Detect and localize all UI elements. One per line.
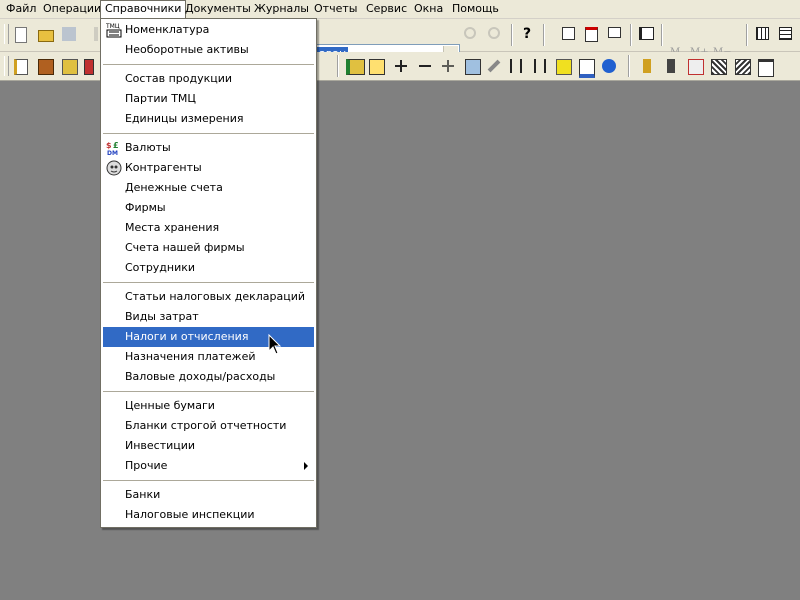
menu-item-storage-places[interactable]: Места хранения bbox=[103, 218, 314, 238]
toolbar-separator bbox=[337, 55, 339, 77]
goods-icon[interactable] bbox=[36, 57, 54, 75]
menu-item-employees[interactable]: Сотрудники bbox=[103, 258, 314, 278]
menu-operations[interactable]: Операции bbox=[43, 0, 101, 18]
print-icon[interactable] bbox=[577, 57, 595, 78]
references-dropdown-menu: TMЦ Номенклатура Необоротные активы Сост… bbox=[100, 18, 317, 528]
svg-text:$: $ bbox=[106, 141, 112, 150]
menu-windows[interactable]: Окна bbox=[414, 0, 443, 18]
remove-icon[interactable] bbox=[416, 57, 434, 75]
cross-grid-icon[interactable] bbox=[686, 57, 704, 75]
toolbar-separator bbox=[746, 24, 748, 46]
menu-item-securities[interactable]: Ценные бумаги bbox=[103, 396, 314, 416]
menu-separator bbox=[103, 480, 314, 481]
calendar-icon[interactable] bbox=[583, 25, 601, 43]
toolbar-separator bbox=[630, 24, 632, 46]
find-next-icon[interactable] bbox=[486, 25, 504, 43]
add-icon[interactable] bbox=[392, 57, 410, 75]
menu-separator bbox=[103, 282, 314, 283]
toolbar-separator bbox=[543, 24, 545, 46]
sort-up-icon[interactable] bbox=[508, 57, 526, 75]
highlight-icon[interactable] bbox=[554, 57, 572, 75]
svg-text:DM: DM bbox=[107, 150, 118, 156]
menu-help[interactable]: Помощь bbox=[452, 0, 499, 18]
copy-icon[interactable] bbox=[367, 57, 385, 75]
book-icon[interactable] bbox=[637, 25, 655, 43]
menu-item-product-composition[interactable]: Состав продукции bbox=[103, 69, 314, 89]
menu-journals[interactable]: Журналы bbox=[254, 0, 309, 18]
menu-item-cost-types[interactable]: Виды затрат bbox=[103, 307, 314, 327]
toolbar-separator bbox=[628, 55, 630, 77]
open-folder-icon[interactable] bbox=[36, 25, 54, 43]
globe-icon[interactable] bbox=[600, 57, 618, 75]
menu-item-contractors[interactable]: Контрагенты bbox=[103, 158, 314, 178]
menu-reports[interactable]: Отчеты bbox=[314, 0, 357, 18]
menu-separator bbox=[103, 133, 314, 134]
mouse-cursor-icon bbox=[268, 334, 282, 355]
svg-text:TMЦ: TMЦ bbox=[106, 23, 120, 30]
menu-item-our-accounts[interactable]: Счета нашей фирмы bbox=[103, 238, 314, 258]
toolbar-separator bbox=[661, 24, 663, 46]
users-icon[interactable] bbox=[662, 57, 680, 75]
menu-item-tax-inspections[interactable]: Налоговые инспекции bbox=[103, 505, 314, 525]
toolbar-grip[interactable] bbox=[4, 24, 9, 44]
report-icon[interactable] bbox=[82, 57, 100, 75]
register-icon[interactable] bbox=[60, 57, 78, 75]
svg-text:£: £ bbox=[113, 141, 119, 150]
menu-item-banks[interactable]: Банки bbox=[103, 485, 314, 505]
grid-icon[interactable] bbox=[754, 25, 772, 43]
user-icon[interactable] bbox=[638, 57, 656, 75]
sort-down-icon[interactable] bbox=[532, 57, 550, 75]
menu-item-investments[interactable]: Инвестиции bbox=[103, 436, 314, 456]
find-icon[interactable] bbox=[462, 25, 480, 43]
menu-file[interactable]: Файл bbox=[6, 0, 36, 18]
edit-rows-icon[interactable] bbox=[463, 57, 481, 75]
toolbar-grip[interactable] bbox=[4, 56, 9, 76]
toolbar-separator bbox=[511, 24, 513, 46]
document-icon[interactable] bbox=[12, 57, 30, 75]
menu-item-tmc-batches[interactable]: Партии ТМЦ bbox=[103, 89, 314, 109]
contractors-icon bbox=[106, 160, 122, 176]
pen-icon[interactable] bbox=[486, 57, 504, 75]
pattern-grid-alt-icon[interactable] bbox=[733, 57, 751, 75]
help-icon[interactable]: ? bbox=[518, 25, 536, 43]
menu-item-fixed-assets[interactable]: Необоротные активы bbox=[103, 40, 314, 60]
calculator-icon[interactable] bbox=[560, 25, 578, 43]
menu-documents[interactable]: Документы bbox=[185, 0, 251, 18]
menu-references[interactable]: Справочники bbox=[100, 0, 187, 18]
window-icon[interactable] bbox=[756, 57, 774, 77]
menu-service[interactable]: Сервис bbox=[366, 0, 407, 18]
split-icon[interactable] bbox=[439, 57, 457, 75]
menu-item-strict-reporting-forms[interactable]: Бланки строгой отчетности bbox=[103, 416, 314, 436]
folder-green-icon[interactable] bbox=[344, 57, 365, 75]
table-icon[interactable] bbox=[777, 25, 795, 43]
new-document-icon[interactable] bbox=[12, 25, 30, 43]
menu-item-tax-declaration-articles[interactable]: Статьи налоговых деклараций bbox=[103, 287, 314, 307]
menu-item-units[interactable]: Единицы измерения bbox=[103, 109, 314, 129]
menu-separator bbox=[103, 391, 314, 392]
tmc-list-icon: TMЦ bbox=[105, 22, 122, 38]
message-icon[interactable] bbox=[606, 25, 624, 43]
menu-item-firms[interactable]: Фирмы bbox=[103, 198, 314, 218]
menu-separator bbox=[103, 64, 314, 65]
submenu-arrow-icon bbox=[304, 462, 308, 470]
save-icon[interactable] bbox=[60, 25, 78, 43]
menu-item-nomenclature[interactable]: TMЦ Номенклатура bbox=[103, 20, 314, 40]
currency-icon: $ £ DM bbox=[106, 140, 122, 157]
menu-bar: Файл Операции Справочники Документы Журн… bbox=[0, 0, 800, 19]
menu-item-currencies[interactable]: $ £ DM Валюты bbox=[103, 138, 314, 158]
pattern-grid-icon[interactable] bbox=[709, 57, 727, 75]
menu-item-gross-income-expenses[interactable]: Валовые доходы/расходы bbox=[103, 367, 314, 387]
menu-item-cash-accounts[interactable]: Денежные счета bbox=[103, 178, 314, 198]
menu-item-other[interactable]: Прочие bbox=[103, 456, 314, 476]
